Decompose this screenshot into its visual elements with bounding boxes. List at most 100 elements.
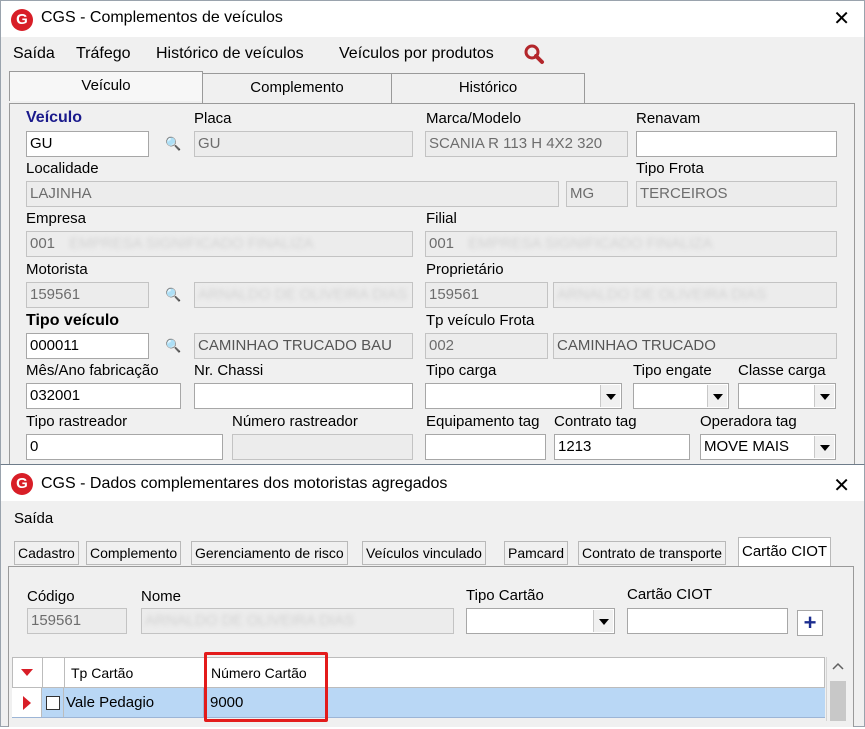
label-tipo-cartao: Tipo Cartão: [466, 587, 544, 604]
tipo-veiculo-desc-field: CAMINHAO TRUCADO BAU: [194, 333, 413, 359]
tab-complemento[interactable]: Complemento: [86, 541, 182, 565]
add-button[interactable]: +: [797, 610, 823, 636]
label-tp-veiculo-frota: Tp veículo Frota: [426, 312, 535, 329]
close-icon[interactable]: ✕: [833, 6, 850, 30]
label-operadora-tag: Operadora tag: [700, 413, 797, 430]
tipo-rastreador-input[interactable]: 0: [26, 434, 223, 460]
tab-cadastro[interactable]: Cadastro: [14, 541, 79, 565]
label-codigo: Código: [27, 588, 75, 605]
label-nome: Nome: [141, 588, 182, 605]
tab-contrato-transporte[interactable]: Contrato de transporte: [578, 541, 727, 565]
label-proprietario: Proprietário: [426, 261, 504, 278]
binoculars-icon[interactable]: 🔍: [165, 338, 181, 354]
tab-veiculo[interactable]: Veículo: [9, 71, 203, 101]
tipo-frota-field: TERCEIROS: [636, 181, 837, 207]
label-tipo-frota: Tipo Frota: [636, 160, 704, 177]
chevron-down-icon[interactable]: [593, 610, 613, 632]
label-mes-ano-fabricacao: Mês/Ano fabricação: [26, 362, 159, 379]
mes-ano-fabricacao-input[interactable]: 032001: [26, 383, 181, 409]
tipo-carga-select[interactable]: [425, 383, 622, 409]
motorista-code-field: 159561: [26, 282, 149, 308]
label-classe-carga: Classe carga: [738, 362, 826, 379]
label-contrato-tag: Contrato tag: [554, 413, 637, 430]
triangle-down-icon: [21, 669, 33, 676]
tab-historico[interactable]: Histórico: [391, 73, 585, 103]
window-title: CGS - Complementos de veículos: [41, 9, 283, 26]
label-tipo-rastreador: Tipo rastreador: [26, 413, 128, 430]
label-veiculo: Veículo: [26, 109, 83, 126]
equipamento-tag-input[interactable]: [425, 434, 546, 460]
grid-header-checkbox: [43, 658, 65, 687]
tab-cartao-ciot[interactable]: Cartão CIOT: [738, 537, 832, 567]
codigo-field: 159561: [27, 608, 127, 634]
vehicle-complements-window: G CGS - Complementos de veículos ✕ Saída…: [0, 0, 865, 467]
label-equipamento-tag: Equipamento tag: [426, 413, 540, 430]
label-localidade: Localidade: [26, 160, 99, 177]
row-indicator: [12, 688, 42, 717]
classe-carga-select[interactable]: [738, 383, 836, 409]
window-title: CGS - Dados complementares dos motorista…: [41, 475, 448, 492]
label-tipo-carga: Tipo carga: [426, 362, 497, 379]
chevron-down-icon[interactable]: [600, 385, 620, 407]
menu-historico-veiculos[interactable]: Histórico de veículos: [156, 45, 304, 63]
menu-trafego[interactable]: Tráfego: [76, 45, 131, 63]
operadora-tag-value: MOVE MAIS: [704, 438, 790, 455]
nr-chassi-input[interactable]: [194, 383, 413, 409]
marca-modelo-field: SCANIA R 113 H 4X2 320: [425, 131, 628, 157]
column-tp-cartao[interactable]: Tp Cartão: [65, 658, 205, 687]
filial-field: 001 EMPRESA SIGNIFICADO FINALIZA: [425, 231, 837, 257]
checkbox-icon[interactable]: [46, 696, 60, 710]
menu-veiculos-produtos[interactable]: Veículos por produtos: [339, 45, 494, 63]
label-motorista: Motorista: [26, 261, 88, 278]
triangle-right-icon: [23, 696, 31, 710]
chevron-down-icon[interactable]: [814, 385, 834, 407]
highlight-box: [204, 652, 328, 722]
grid-header-indicator[interactable]: [13, 658, 43, 687]
chevron-down-icon[interactable]: [814, 436, 834, 458]
table-row[interactable]: Vale Pedagio 9000: [12, 688, 825, 718]
tab-veiculos-vinculado[interactable]: Veículos vinculado: [362, 541, 486, 565]
contrato-tag-input[interactable]: 1213: [554, 434, 690, 460]
tab-complemento[interactable]: Complemento: [202, 73, 392, 103]
close-icon[interactable]: ✕: [833, 473, 850, 497]
chevron-down-icon[interactable]: [707, 385, 727, 407]
label-renavam: Renavam: [636, 110, 701, 127]
scrollbar-thumb[interactable]: [830, 681, 846, 721]
label-empresa: Empresa: [26, 210, 87, 227]
label-tipo-veiculo: Tipo veículo: [26, 312, 120, 329]
filial-name: EMPRESA SIGNIFICADO FINALIZA: [468, 235, 713, 252]
proprietario-name-field: ARNALDO DE OLIVEIRA DIAS: [553, 282, 837, 308]
tp-veiculo-frota-desc-field: CAMINHAO TRUCADO: [553, 333, 837, 359]
operadora-tag-select[interactable]: MOVE MAIS: [700, 434, 836, 460]
cgs-logo-icon: G: [11, 9, 33, 31]
empresa-name: EMPRESA SIGNIFICADO FINALIZA: [69, 235, 314, 252]
menu-saida[interactable]: Saída: [14, 510, 53, 527]
plus-icon: +: [803, 610, 817, 635]
tipo-veiculo-input[interactable]: 000011: [26, 333, 149, 359]
row-checkbox[interactable]: [42, 688, 64, 717]
motorista-name: ARNALDO DE OLIVEIRA DIAS: [198, 286, 408, 303]
tipo-cartao-select[interactable]: [466, 608, 615, 634]
title-bar: G CGS - Dados complementares dos motoris…: [1, 465, 864, 501]
label-nr-chassi: Nr. Chassi: [194, 362, 264, 379]
tab-gerenciamento-risco[interactable]: Gerenciamento de risco: [191, 541, 348, 565]
binoculars-icon[interactable]: 🔍: [165, 287, 181, 303]
veiculo-input[interactable]: GU: [26, 131, 149, 157]
tipo-engate-select[interactable]: [633, 383, 729, 409]
tab-pamcard[interactable]: Pamcard: [504, 541, 569, 565]
renavam-input[interactable]: [636, 131, 837, 157]
label-placa: Placa: [194, 110, 232, 127]
chevron-up-icon[interactable]: [827, 657, 849, 677]
cgs-logo-icon: G: [11, 473, 33, 495]
nome-value: ARNALDO DE OLIVEIRA DIAS: [145, 612, 355, 629]
localidade-field: LAJINHA: [26, 181, 559, 207]
numero-rastreador-field: [232, 434, 413, 460]
cartao-ciot-input[interactable]: [627, 608, 788, 634]
menu-saida[interactable]: Saída: [13, 45, 55, 63]
proprietario-name: ARNALDO DE OLIVEIRA DIAS: [557, 286, 767, 303]
label-cartao-ciot: Cartão CIOT: [627, 586, 713, 603]
binoculars-icon[interactable]: 🔍: [165, 136, 181, 152]
search-icon[interactable]: [523, 43, 545, 65]
label-tipo-engate: Tipo engate: [633, 362, 712, 379]
vertical-scrollbar[interactable]: [826, 657, 848, 721]
